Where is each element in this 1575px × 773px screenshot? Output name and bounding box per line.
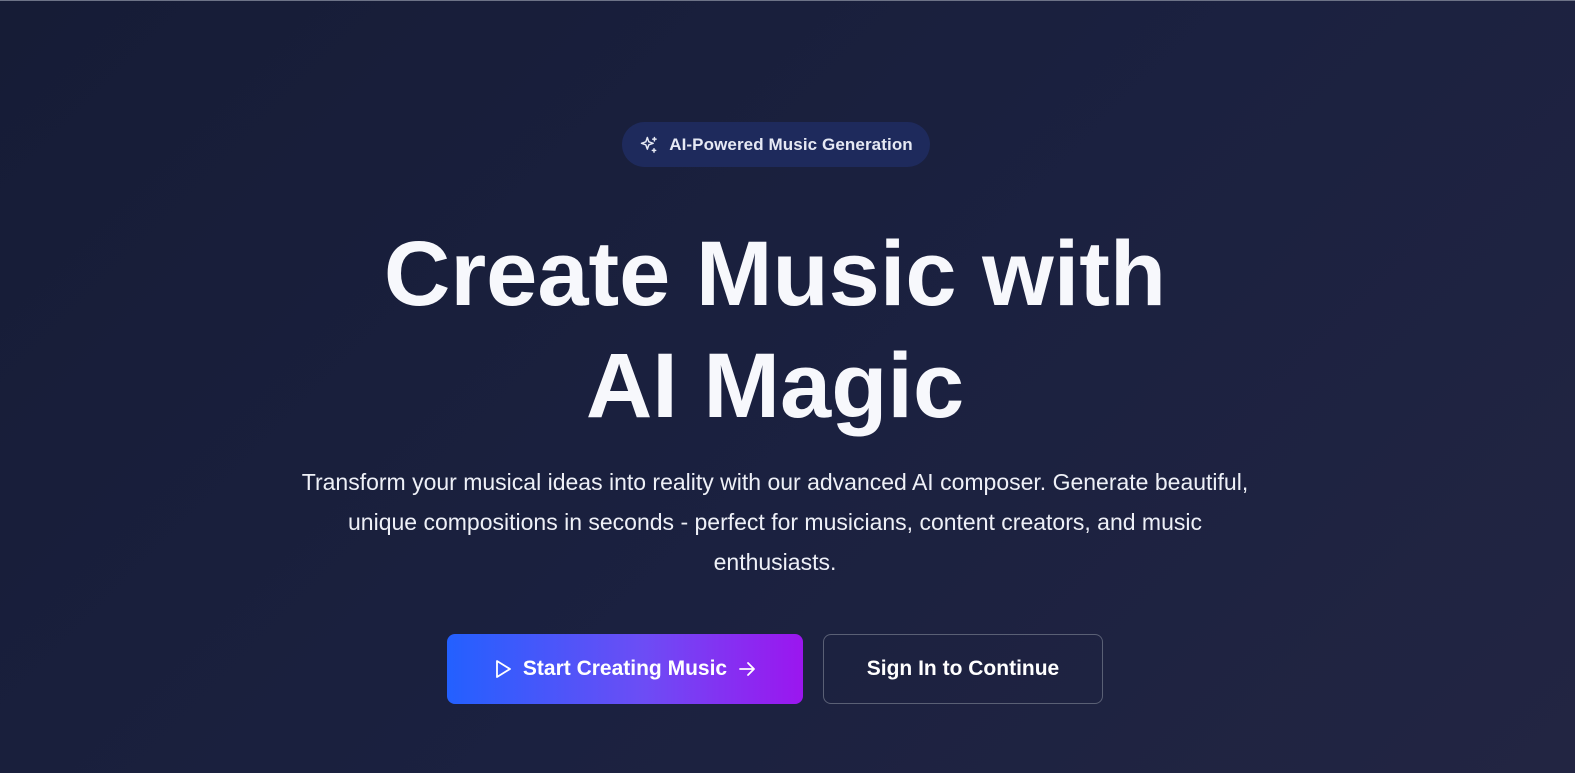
arrow-right-icon bbox=[737, 659, 757, 679]
start-creating-music-label: Start Creating Music bbox=[522, 657, 728, 680]
hero-description: Transform your musical ideas into realit… bbox=[301, 469, 1249, 575]
hero-section: AI-Powered Music Generation Create Music… bbox=[0, 0, 1575, 773]
play-icon bbox=[493, 658, 513, 680]
sign-in-button[interactable]: Sign In to Continue bbox=[823, 634, 1103, 704]
page-title: Create Music with AI Magic bbox=[0, 218, 1550, 442]
start-creating-music-button[interactable]: Start Creating Music bbox=[447, 634, 803, 704]
page-title-line-2: AI Magic bbox=[585, 335, 965, 437]
badge-label: AI-Powered Music Generation bbox=[669, 134, 913, 154]
page-title-line-1: Create Music with bbox=[383, 223, 1167, 325]
ai-powered-badge: AI-Powered Music Generation bbox=[622, 122, 930, 167]
sparkles-icon bbox=[639, 135, 659, 155]
